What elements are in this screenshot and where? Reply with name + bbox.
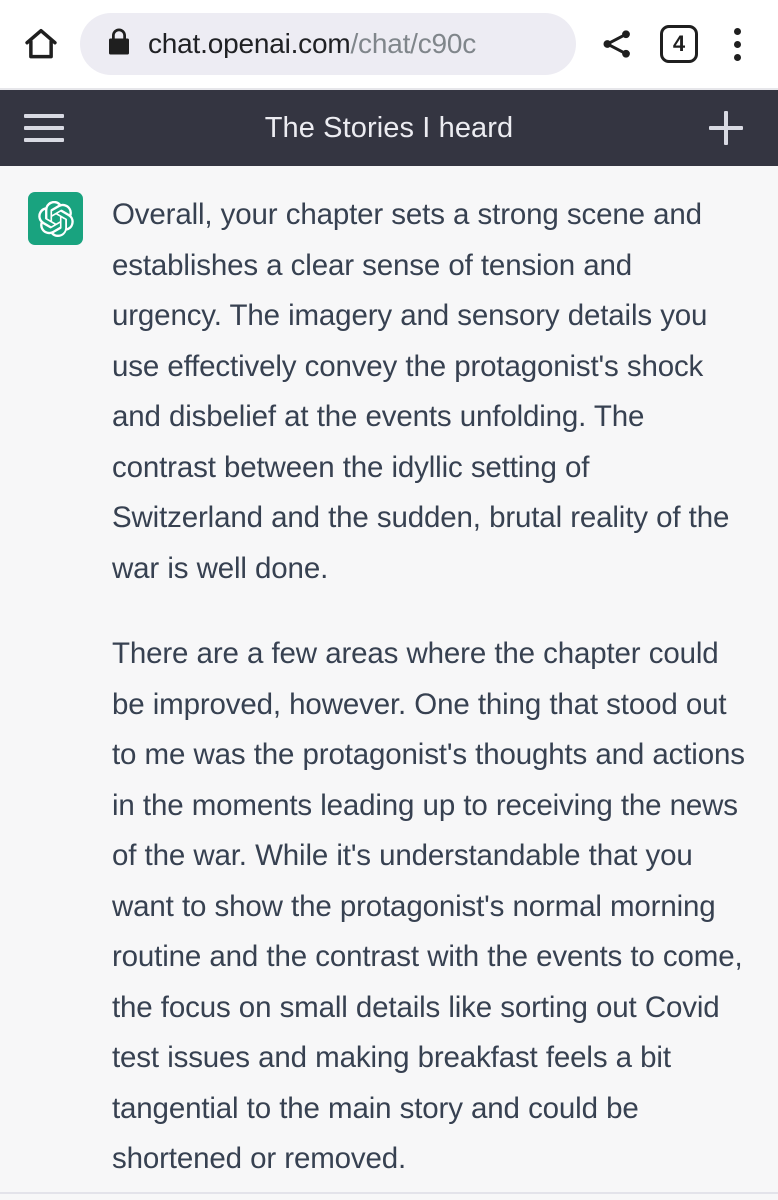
lock-icon: [106, 27, 132, 62]
hamburger-line: [24, 138, 64, 142]
conversation-area[interactable]: Overall, your chapter sets a strong scen…: [0, 166, 778, 1200]
kebab-dot: [733, 40, 741, 48]
browser-screen: chat.openai.com/chat/c90c 4 The Stories …: [0, 0, 778, 1200]
avatar: [28, 192, 83, 245]
hamburger-line: [24, 126, 64, 130]
hamburger-line: [24, 114, 64, 118]
bottom-divider: [0, 1192, 778, 1194]
share-icon[interactable]: [586, 13, 648, 75]
app-header: The Stories I heard: [0, 90, 778, 166]
openai-logo-icon: [37, 200, 74, 237]
home-icon[interactable]: [10, 13, 72, 75]
tab-counter-value: 4: [660, 25, 698, 63]
plus-icon[interactable]: [700, 102, 752, 154]
kebab-dot: [733, 53, 741, 61]
page-title: The Stories I heard: [264, 111, 514, 144]
overflow-menu-icon[interactable]: [710, 13, 764, 75]
message-body: Overall, your chapter sets a strong scen…: [112, 190, 748, 1185]
browser-toolbar: chat.openai.com/chat/c90c 4: [0, 0, 778, 88]
url-path: /chat/c90c: [350, 30, 477, 58]
message-paragraph: There are a few areas where the chapter …: [112, 637, 745, 1175]
url-host: chat.openai.com: [148, 30, 351, 58]
kebab-dot: [733, 27, 741, 35]
url-text: chat.openai.com/chat/c90c: [148, 30, 476, 58]
assistant-message: Overall, your chapter sets a strong scen…: [0, 166, 778, 1185]
url-bar[interactable]: chat.openai.com/chat/c90c: [80, 13, 576, 75]
tab-counter-button[interactable]: 4: [648, 13, 710, 75]
message-paragraph: Overall, your chapter sets a strong scen…: [112, 198, 730, 585]
hamburger-menu-icon[interactable]: [20, 102, 72, 154]
